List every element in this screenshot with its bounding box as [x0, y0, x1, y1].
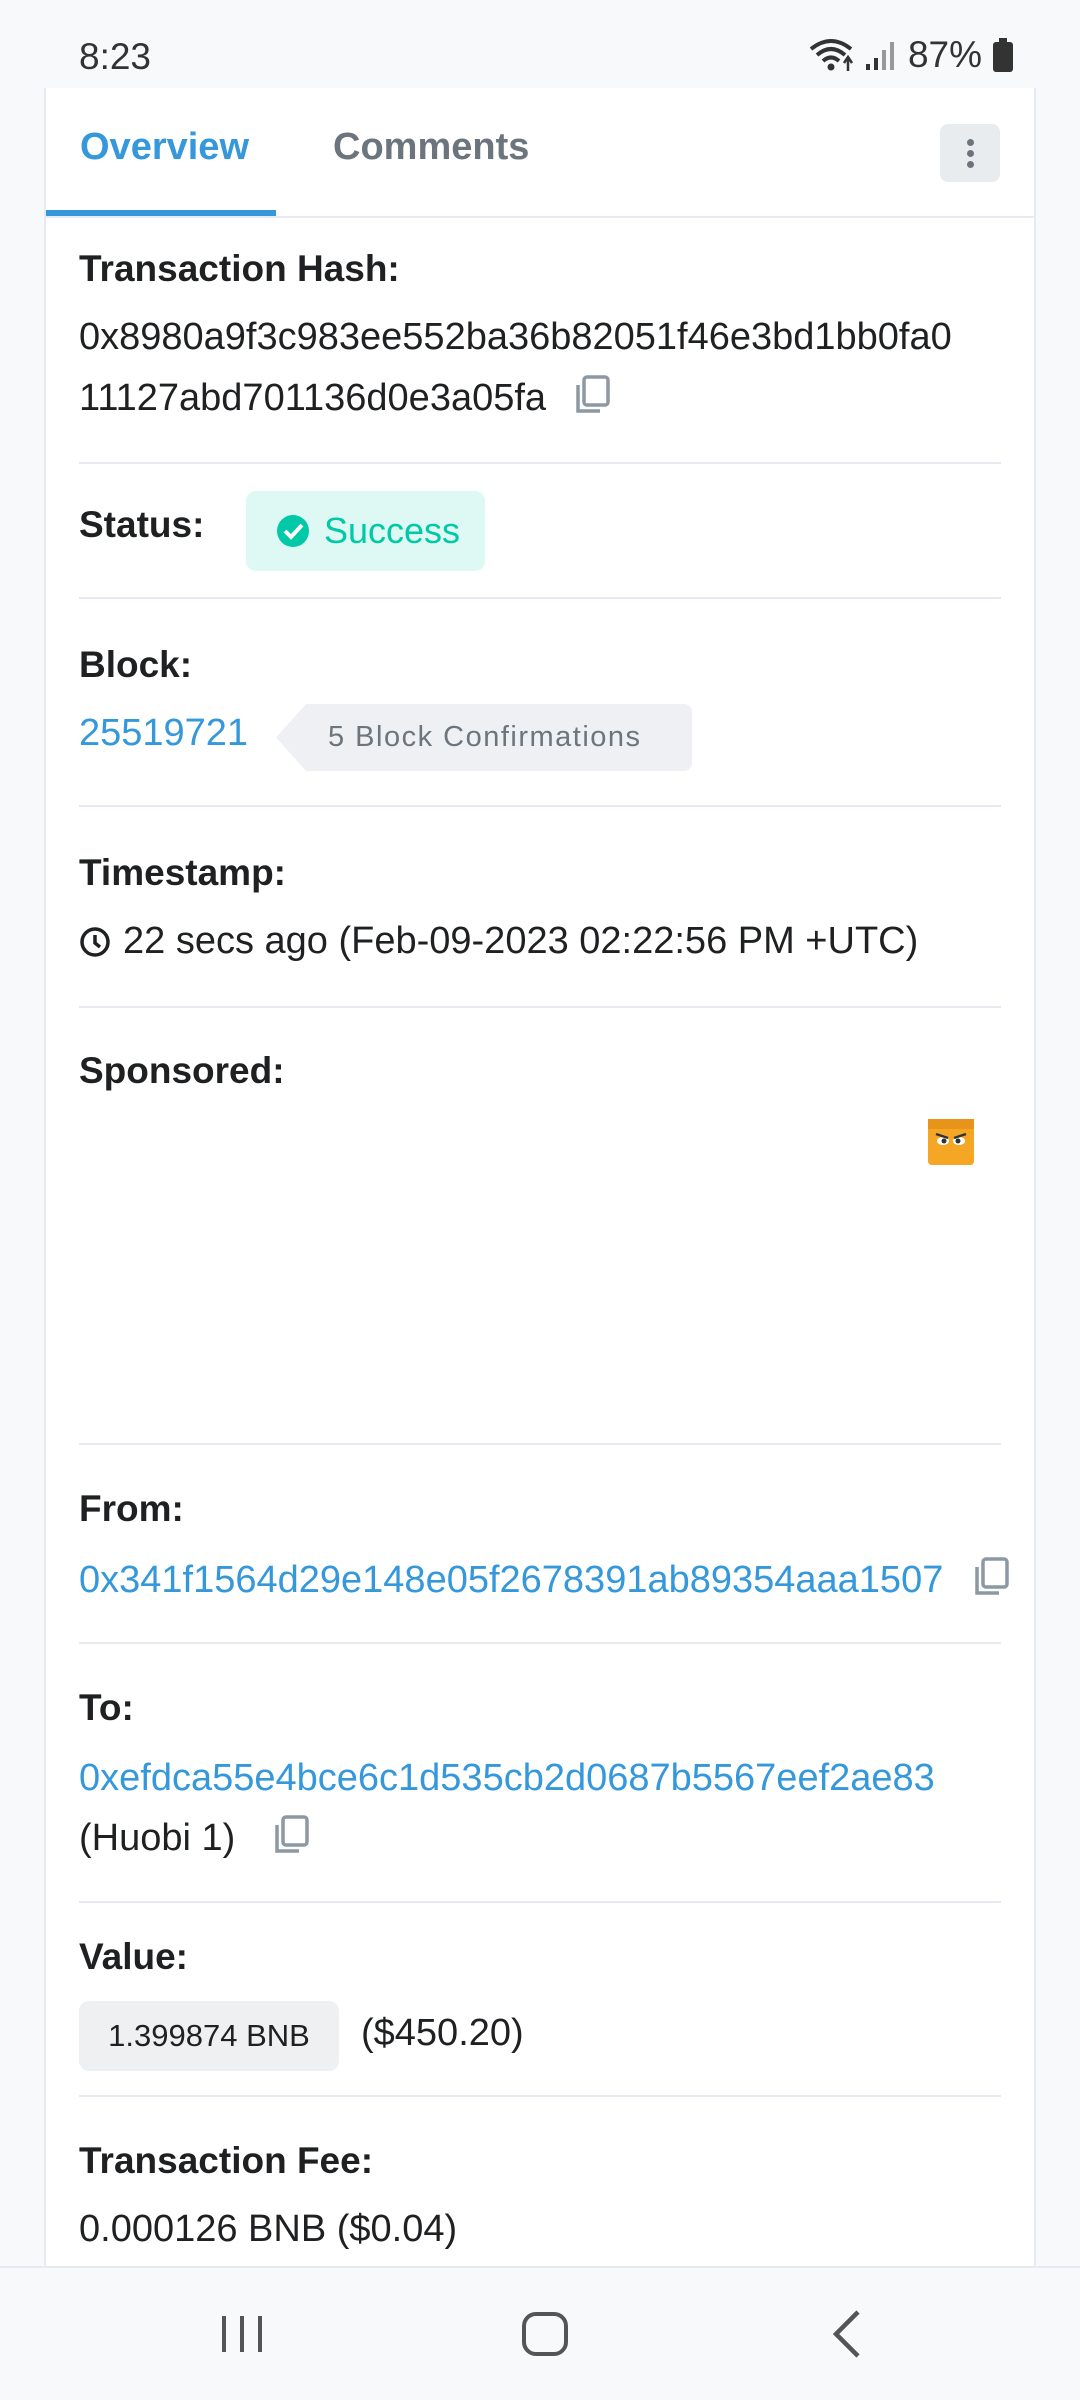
system-nav-bar	[0, 2266, 1080, 2400]
transaction-hash-line2: 11127abd701136d0e3a05fa	[79, 377, 547, 420]
timestamp-label: Timestamp:	[79, 852, 286, 893]
value-label: Value:	[79, 1936, 188, 1977]
to-label: To:	[79, 1687, 134, 1728]
tab-comments[interactable]: Comments	[333, 126, 529, 169]
copy-to-icon[interactable]	[274, 1815, 310, 1865]
from-address-link[interactable]: 0x341f1564d29e148e05f2678391ab89354aaa15…	[79, 1559, 943, 1601]
divider	[79, 462, 1001, 464]
transaction-hash-line1: 0x8980a9f3c983ee552ba36b82051f46e3bd1bb0…	[79, 316, 952, 358]
more-options-button[interactable]	[940, 124, 1000, 182]
status-bar: 8:23 87%	[0, 0, 1080, 88]
block-label: Block:	[79, 644, 193, 685]
status-badge: Success	[246, 491, 485, 571]
recent-apps-icon[interactable]	[218, 2304, 268, 2369]
block-number-link[interactable]: 25519721	[79, 712, 248, 755]
tab-bar: Overview Comments	[46, 88, 1034, 218]
status-time: 8:23	[79, 36, 152, 77]
value-bnb-badge: 1.399874 BNB	[79, 2001, 339, 2071]
divider	[79, 1642, 1001, 1644]
transaction-hash-value: 11127abd701136d0e3a05fa	[79, 375, 611, 425]
signal-icon	[865, 42, 894, 70]
battery-icon	[993, 38, 1013, 72]
wifi-icon	[809, 39, 853, 71]
copy-hash-icon[interactable]	[575, 375, 611, 425]
battery-percent: 87%	[907, 34, 982, 75]
to-address-link[interactable]: 0xefdca55e4bce6c1d535cb2d0687b5567eef2ae…	[79, 1757, 935, 1800]
to-name: (Huobi 1)	[79, 1817, 236, 1860]
value-usd: ($450.20)	[361, 2012, 524, 2054]
block-confirmations-badge: 5 Block Confirmations	[276, 704, 692, 771]
divider	[79, 1006, 1001, 1008]
divider	[79, 805, 1001, 807]
active-tab-indicator	[46, 210, 276, 216]
check-circle-icon	[277, 515, 309, 547]
status-value: Success	[324, 510, 461, 551]
from-row: 0x341f1564d29e148e05f2678391ab89354aaa15…	[79, 1557, 1010, 1607]
divider	[79, 1901, 1001, 1903]
status-label: Status:	[79, 504, 205, 545]
status-icons: 87%	[808, 34, 1014, 76]
transaction-hash-label: Transaction Hash:	[79, 248, 400, 289]
transaction-fee-value: 0.000126 BNB ($0.04)	[79, 2208, 458, 2250]
divider	[79, 2095, 1001, 2097]
back-icon[interactable]	[828, 2304, 868, 2369]
copy-from-icon[interactable]	[974, 1557, 1010, 1607]
timestamp-value: 22 secs ago (Feb-09-2023 02:22:56 PM +UT…	[123, 920, 919, 962]
tab-overview[interactable]: Overview	[80, 126, 249, 169]
to-name-row: (Huobi 1)	[79, 1815, 310, 1865]
sponsored-label: Sponsored:	[79, 1050, 285, 1091]
timestamp-row: 22 secs ago (Feb-09-2023 02:22:56 PM +UT…	[79, 920, 918, 963]
home-icon[interactable]	[520, 2304, 572, 2369]
clock-icon	[80, 926, 110, 957]
more-vertical-icon	[966, 137, 974, 170]
transaction-fee-label: Transaction Fee:	[79, 2140, 374, 2181]
ad-icon[interactable]	[928, 1119, 974, 1165]
from-label: From:	[79, 1488, 184, 1529]
divider	[79, 597, 1001, 599]
divider	[79, 1443, 1001, 1445]
